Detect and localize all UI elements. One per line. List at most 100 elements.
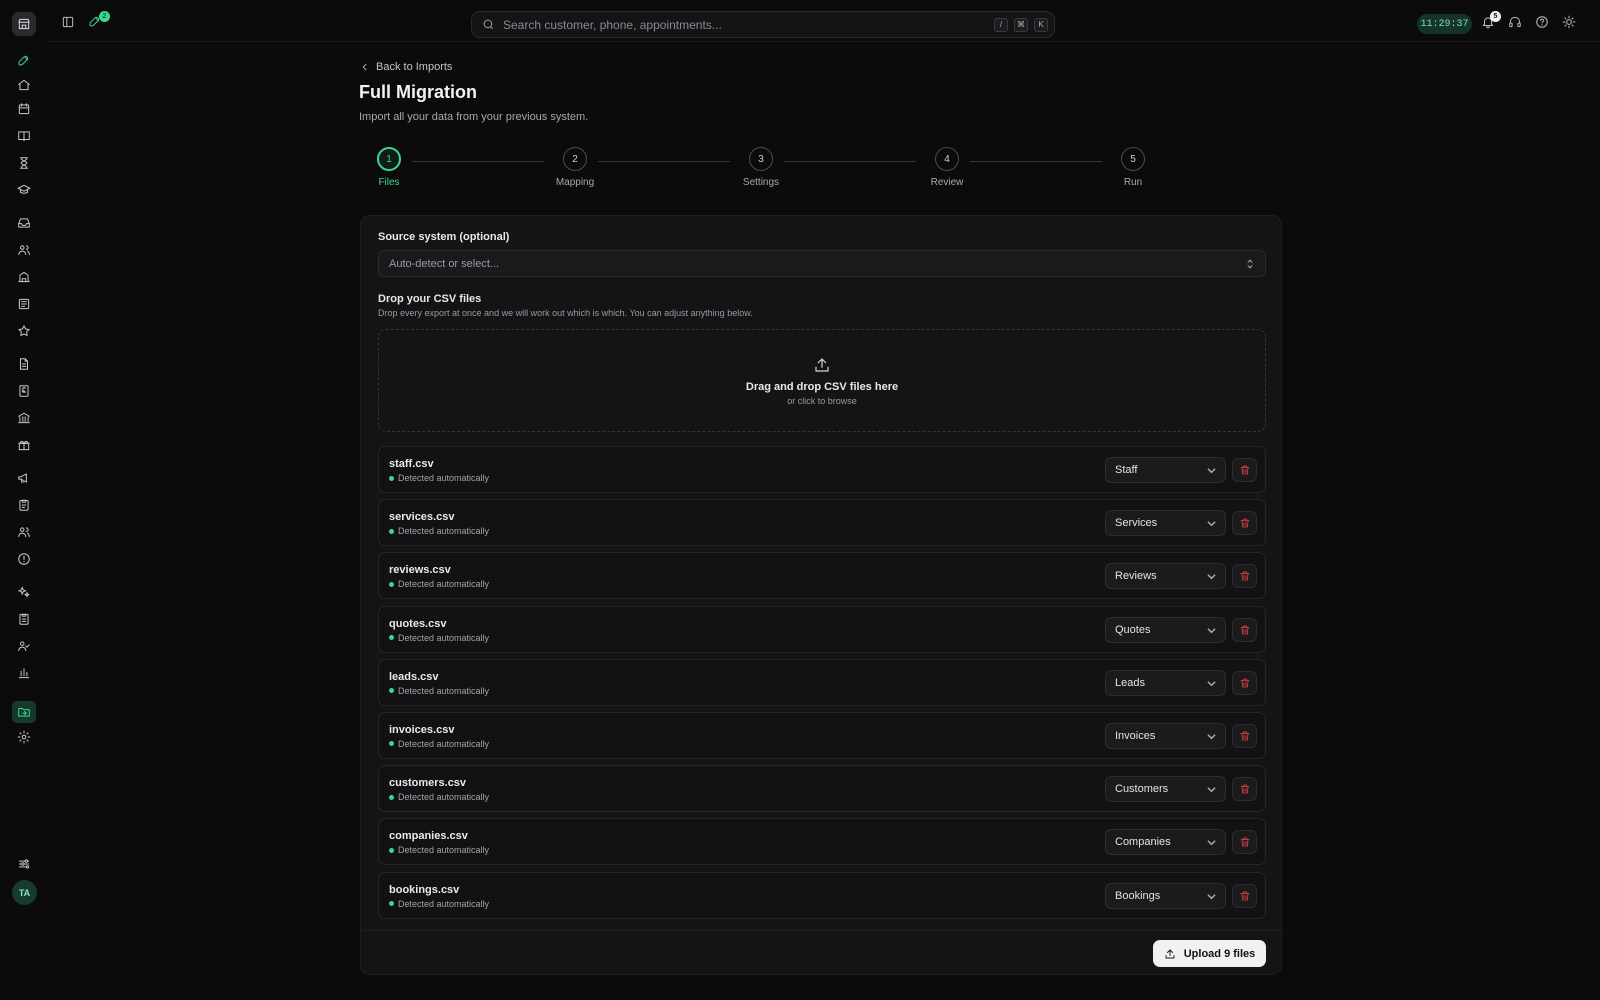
file-type-select[interactable]: Reviews (1105, 563, 1226, 590)
rocket-badge: 2 (99, 11, 110, 22)
file-status: Detected automatically (389, 899, 489, 909)
step-connector (970, 161, 1102, 162)
newspaper-icon[interactable] (14, 294, 34, 314)
file-row: quotes.csv Detected automatically Quotes (378, 605, 1266, 653)
file-row: customers.csv Detected automatically Cus… (378, 765, 1266, 813)
building-icon[interactable] (14, 267, 34, 287)
file-name: reviews.csv (389, 564, 451, 577)
store-logo-icon[interactable] (12, 12, 36, 36)
status-dot (389, 847, 394, 853)
delete-file-button[interactable] (1232, 777, 1257, 802)
megaphone-icon[interactable] (14, 468, 34, 488)
page-subtitle: Import all your data from your previous … (359, 111, 589, 123)
file-status-text: Detected automatically (398, 526, 490, 537)
trash-icon (1240, 678, 1249, 688)
bank-icon[interactable] (14, 408, 34, 428)
trash-icon (1240, 731, 1249, 741)
delete-file-button[interactable] (1232, 511, 1257, 536)
users-icon[interactable] (14, 240, 34, 260)
dropzone-sub-text: or click to browse (787, 396, 857, 406)
file-name: customers.csv (389, 777, 467, 790)
trash-icon (1240, 784, 1249, 794)
search-bar[interactable]: / ⌘ K (471, 11, 1055, 38)
chevron-down-icon (1207, 787, 1216, 793)
delete-file-button[interactable] (1232, 883, 1257, 908)
avatar[interactable]: TA (12, 880, 37, 905)
delete-file-button[interactable] (1232, 830, 1257, 855)
folder-import-icon[interactable] (12, 701, 36, 723)
step-settings[interactable]: 3 Settings (721, 147, 801, 188)
status-dot (389, 635, 394, 641)
step-connector (598, 161, 730, 162)
card-footer-divider (361, 930, 1281, 931)
clipboard-icon[interactable] (14, 495, 34, 515)
csv-dropzone[interactable]: Drag and drop CSV files here or click to… (378, 329, 1266, 432)
trash-icon (1240, 571, 1249, 581)
delete-file-button[interactable] (1232, 670, 1257, 695)
file-name: quotes.csv (389, 617, 447, 630)
sliders-icon[interactable] (14, 854, 34, 874)
file-type-select[interactable]: Staff (1105, 457, 1226, 483)
shortcut-key-k: K (1034, 17, 1048, 32)
file-type-select[interactable]: Companies (1105, 829, 1226, 856)
file-name: leads.csv (389, 670, 439, 683)
shortcut-key-slash: / (994, 17, 1008, 32)
home-icon[interactable] (14, 75, 34, 95)
file-name: services.csv (389, 511, 455, 524)
file-type-select[interactable]: Quotes (1105, 616, 1226, 643)
hourglass-icon[interactable] (14, 153, 34, 173)
settings-gear-icon[interactable] (14, 727, 34, 747)
delete-file-button[interactable] (1232, 723, 1257, 748)
back-to-imports-link[interactable]: Back to Imports (360, 61, 452, 73)
delete-file-button[interactable] (1232, 564, 1257, 589)
page-title: Full Migration (359, 82, 477, 102)
file-status-text: Detected automatically (398, 473, 490, 483)
source-system-select[interactable]: Auto-detect or select... (378, 250, 1266, 277)
chevron-down-icon (1207, 574, 1216, 580)
rocket-icon[interactable] (14, 51, 34, 71)
document-icon[interactable] (14, 354, 34, 374)
sidebar-toggle-icon[interactable] (60, 14, 76, 30)
receipt-pound-icon[interactable] (14, 381, 34, 401)
file-row: leads.csv Detected automatically Leads (378, 658, 1266, 706)
theme-sun-icon[interactable] (1561, 14, 1577, 30)
step-label: Files (378, 177, 400, 188)
gift-icon[interactable] (14, 435, 34, 455)
sparkles-icon[interactable] (14, 582, 34, 602)
delete-file-button[interactable] (1232, 617, 1257, 642)
file-status: Detected automatically (389, 579, 489, 589)
bar-chart-icon[interactable] (14, 663, 34, 683)
back-label: Back to Imports (376, 61, 453, 73)
graduation-cap-icon[interactable] (14, 180, 34, 200)
status-dot (389, 688, 394, 694)
file-type-select[interactable]: Bookings (1105, 882, 1226, 909)
team-icon[interactable] (14, 522, 34, 542)
file-type-select[interactable]: Invoices (1105, 722, 1226, 749)
file-type-select[interactable]: Customers (1105, 776, 1226, 803)
step-files[interactable]: 1 Files (349, 147, 429, 188)
upload-files-button[interactable]: Upload 9 files (1153, 940, 1266, 967)
file-name: staff.csv (389, 458, 434, 470)
file-type-value: Companies (1115, 836, 1171, 849)
progress-stepper: 1 Files 2 Mapping 3 Settings 4 Review 5 … (360, 147, 1280, 197)
calendar-icon[interactable] (14, 99, 34, 119)
step-review[interactable]: 4 Review (907, 147, 987, 188)
star-icon[interactable] (14, 321, 34, 341)
file-row: companies.csv Detected automatically Com… (378, 818, 1266, 866)
file-list: staff.csv Detected automatically Staff s… (378, 446, 1266, 925)
clipboard-list-icon[interactable] (14, 609, 34, 629)
step-run[interactable]: 5 Run (1093, 147, 1173, 188)
delete-file-button[interactable] (1232, 458, 1257, 482)
help-circle-icon[interactable] (1534, 14, 1550, 30)
search-input[interactable] (503, 17, 994, 32)
headset-icon[interactable] (1507, 14, 1523, 30)
inbox-icon[interactable] (14, 213, 34, 233)
step-mapping[interactable]: 2 Mapping (535, 147, 615, 188)
file-type-select[interactable]: Leads (1105, 669, 1226, 696)
chevron-down-icon (1207, 680, 1216, 687)
file-type-select[interactable]: Services (1105, 510, 1226, 537)
user-check-icon[interactable] (14, 636, 34, 656)
source-system-placeholder: Auto-detect or select... (389, 257, 500, 270)
alert-circle-icon[interactable] (14, 549, 34, 569)
book-icon[interactable] (14, 126, 34, 146)
